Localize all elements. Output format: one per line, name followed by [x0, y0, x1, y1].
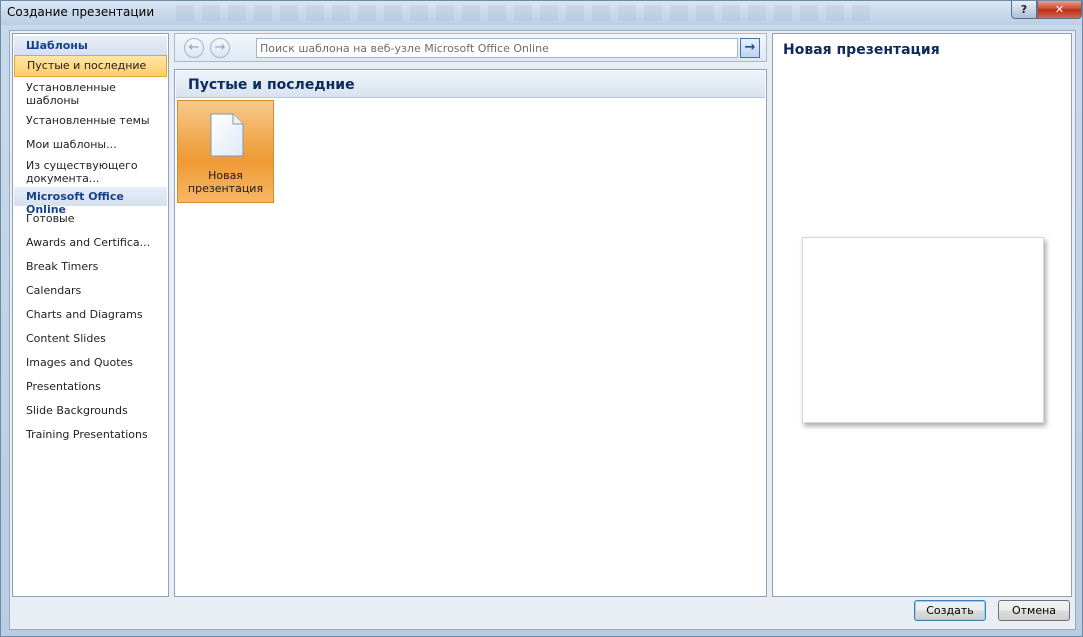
blank-document-icon [210, 113, 244, 157]
tile-label-line-2: презентация [187, 182, 264, 195]
category-content-slides[interactable]: Content Slides [14, 332, 167, 345]
slide-preview-thumbnail [802, 237, 1044, 423]
category-installed-templates[interactable]: Установленные шаблоны [14, 81, 167, 107]
category-my-templates[interactable]: Мои шаблоны... [14, 138, 167, 151]
navigation-bar: ← → Поиск шаблона на веб-узле Microsoft … [174, 33, 767, 62]
office-online-header: Microsoft Office Online [14, 187, 167, 216]
back-arrow-icon[interactable]: ← [184, 38, 204, 58]
templates-header: Шаблоны [14, 36, 167, 55]
preview-panel: Новая презентация [772, 33, 1072, 597]
category-charts-diagrams[interactable]: Charts and Diagrams [14, 308, 167, 321]
category-presentations[interactable]: Presentations [14, 380, 167, 393]
section-title: Пустые и последние [176, 71, 765, 98]
category-break-timers[interactable]: Break Timers [14, 260, 167, 273]
category-images-quotes[interactable]: Images and Quotes [14, 356, 167, 369]
tile-label-line-1: Новая [208, 169, 243, 182]
category-training-presentations[interactable]: Training Presentations [14, 428, 167, 441]
new-presentation-tile[interactable]: Новая презентация [177, 100, 274, 203]
category-awards[interactable]: Awards and Certifica... [14, 236, 167, 249]
category-blank-recent[interactable]: Пустые и последние [14, 55, 167, 77]
forward-arrow-icon[interactable]: → [210, 38, 230, 58]
create-button[interactable]: Создать [914, 600, 986, 621]
help-button[interactable]: ? [1011, 1, 1037, 19]
category-featured[interactable]: Готовые [14, 212, 167, 225]
close-button[interactable]: ✕ [1037, 1, 1082, 19]
category-from-existing[interactable]: Из существующего документа... [14, 159, 144, 185]
category-slide-backgrounds[interactable]: Slide Backgrounds [14, 404, 167, 417]
cancel-button[interactable]: Отмена [998, 600, 1070, 621]
window-title: Создание презентации [7, 5, 155, 19]
template-search-input[interactable]: Поиск шаблона на веб-узле Microsoft Offi… [256, 38, 738, 58]
category-installed-themes[interactable]: Установленные темы [14, 114, 167, 127]
category-panel: Шаблоны Пустые и последние Установленные… [12, 33, 169, 597]
templates-panel: Пустые и последние Новая презентация [174, 69, 767, 597]
category-calendars[interactable]: Calendars [14, 284, 167, 297]
tile-label: Новая презентация [178, 169, 273, 195]
preview-title: Новая презентация [783, 42, 940, 58]
title-bar[interactable]: Создание презентации ? ✕ [1, 1, 1082, 25]
search-go-icon[interactable]: → [740, 38, 760, 58]
background-ribbon-ghost [176, 5, 876, 21]
